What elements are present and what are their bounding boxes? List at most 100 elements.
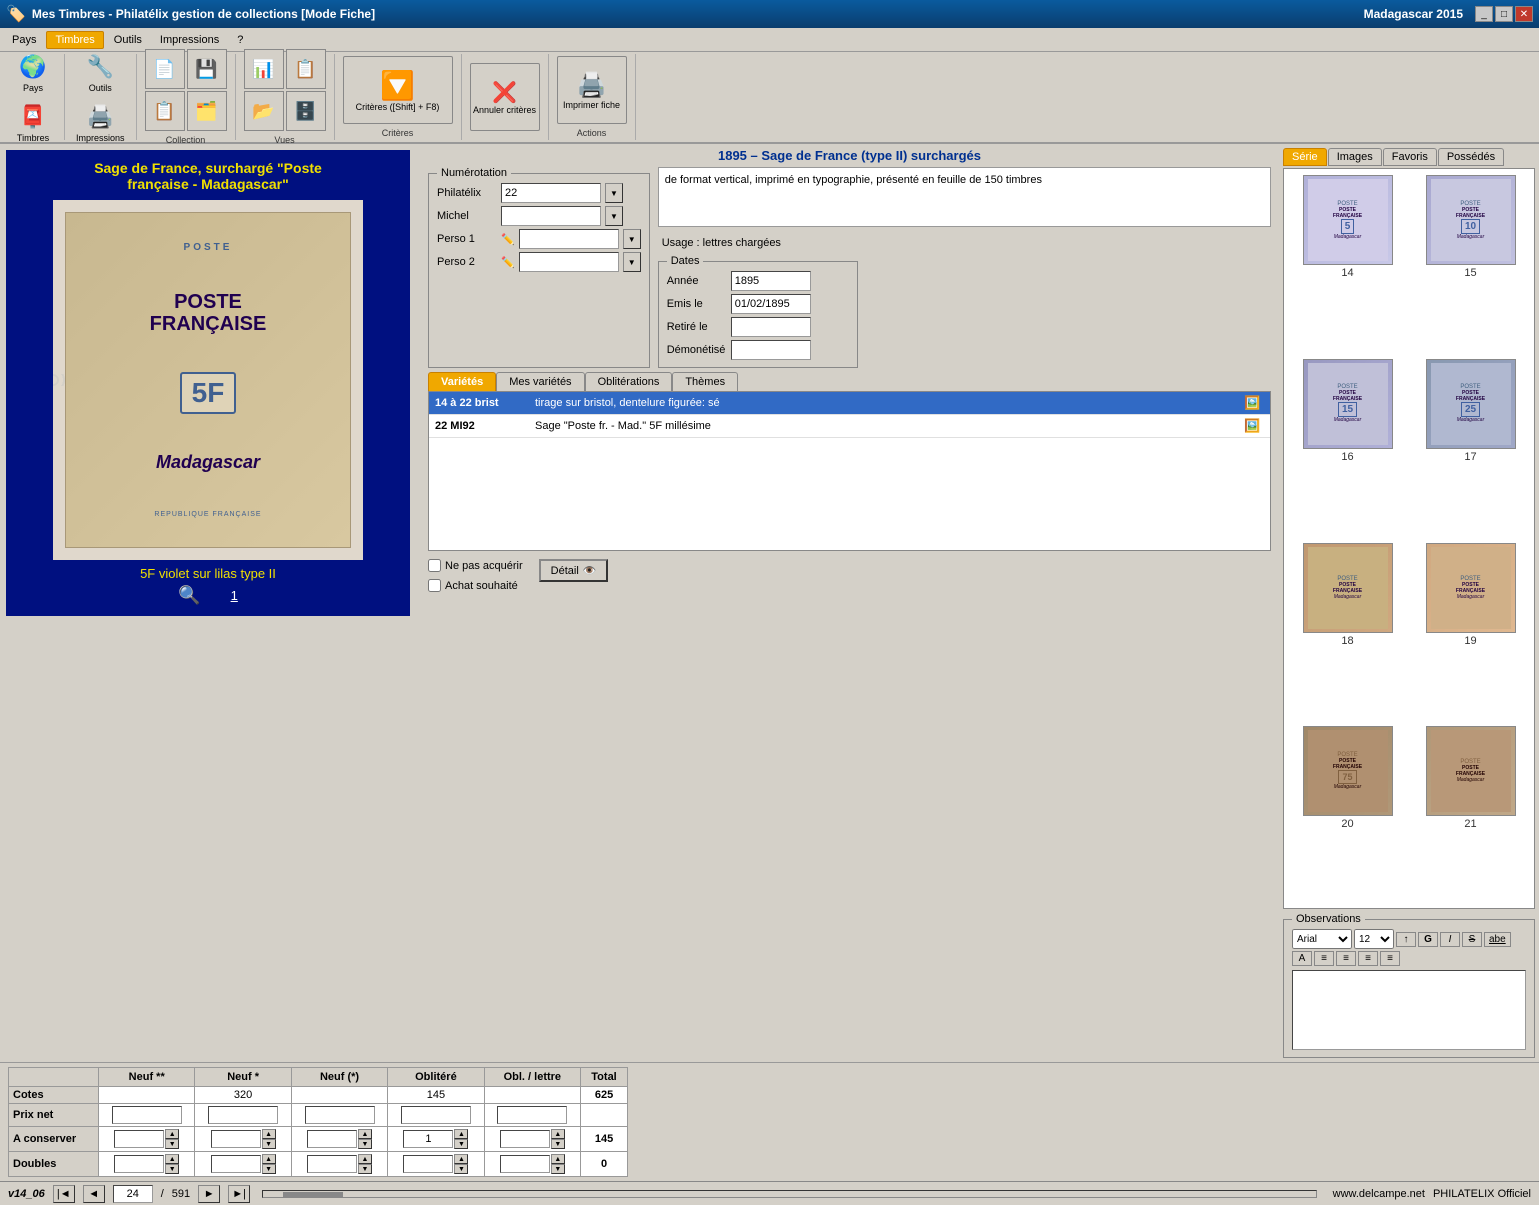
vues-btn-4[interactable]: 🗄️ [286,91,326,131]
input-philatelix[interactable] [501,183,601,203]
nav-last-button[interactable]: ►| [228,1185,250,1203]
obs-underline-btn[interactable]: abe [1484,932,1511,947]
cons-neuf1[interactable]: ▲ ▼ [195,1127,291,1152]
vues-btn-1[interactable]: 📊 [244,49,284,89]
spin-up-dbl-neuf0[interactable]: ▲ [358,1154,372,1164]
input-emisle[interactable] [731,294,811,314]
dropdown-perso1[interactable]: ▼ [623,229,641,249]
spin-input-cons-neuf2[interactable] [114,1130,164,1148]
horizontal-scrollbar[interactable] [262,1190,1317,1198]
spin-input-cons-obl-lettre[interactable] [500,1130,550,1148]
spin-input-dbl-neuf2[interactable] [114,1155,164,1173]
spin-input-cons-neuf1[interactable] [211,1130,261,1148]
prix-input-neuf1[interactable] [208,1106,278,1124]
obs-align-right-btn[interactable]: ≡ [1358,951,1378,966]
obs-textarea[interactable] [1292,970,1526,1050]
pencil-perso1[interactable]: ✏️ [501,233,515,246]
tab-mes-varietes[interactable]: Mes variétés [496,372,584,391]
thumb-item-19[interactable]: POSTE POSTEFRANÇAISE Madagascar 19 [1411,541,1530,721]
dbl-oblitere[interactable]: ▲ ▼ [388,1152,484,1177]
thumb-item-17[interactable]: POSTE POSTEFRANÇAISE 25 Madagascar 17 [1411,357,1530,537]
menu-help[interactable]: ? [229,32,251,48]
prix-input-obl-lettre[interactable] [497,1106,567,1124]
stamp-number[interactable]: 1 [231,588,238,603]
checkbox-ne-pas-acquerir[interactable] [428,559,441,572]
collection-btn-4[interactable]: 🗂️ [187,91,227,131]
spin-down-cons-neuf0[interactable]: ▼ [358,1139,372,1149]
zoom-icon[interactable]: 🔍 [178,585,200,606]
spin-down-dbl-oblitere[interactable]: ▼ [454,1164,468,1174]
spin-up-dbl-neuf2[interactable]: ▲ [165,1154,179,1164]
obs-color-btn[interactable]: A [1292,951,1312,966]
toolbar-btn-outils[interactable]: 🔧 Outils [77,48,123,96]
prix-obl-lettre[interactable] [484,1104,580,1127]
nav-prev-button[interactable]: ◄ [83,1185,105,1203]
prix-oblitere[interactable] [388,1104,484,1127]
toolbar-btn-criteres[interactable]: 🔽 Critères ([Shift] + F8) [343,56,453,124]
spin-up-dbl-neuf1[interactable]: ▲ [262,1154,276,1164]
minimize-button[interactable]: _ [1475,6,1493,22]
obs-bold-btn[interactable]: G [1418,932,1438,947]
spin-down-dbl-neuf0[interactable]: ▼ [358,1164,372,1174]
input-annee[interactable] [731,271,811,291]
thumb-item-16[interactable]: POSTE POSTEFRANÇAISE 15 Madagascar 16 [1288,357,1407,537]
cons-neuf2[interactable]: ▲ ▼ [99,1127,195,1152]
dbl-neuf2[interactable]: ▲ ▼ [99,1152,195,1177]
input-retirele[interactable] [731,317,811,337]
checkbox-achat-souhaite[interactable] [428,579,441,592]
right-tab-favoris[interactable]: Favoris [1383,148,1437,166]
obs-italic-btn[interactable]: I [1440,932,1460,947]
toolbar-btn-timbres[interactable]: 📮 Timbres [10,98,56,146]
input-michel[interactable] [501,206,601,226]
dbl-obl-lettre[interactable]: ▲ ▼ [484,1152,580,1177]
page-input[interactable] [113,1185,153,1203]
menu-outils[interactable]: Outils [106,32,150,48]
spin-down-cons-oblitere[interactable]: ▼ [454,1139,468,1149]
toolbar-btn-pays[interactable]: 🌍 Pays [10,48,56,96]
thumb-item-20[interactable]: POSTE POSTEFRANÇAISE 75 Madagascar 20 [1288,724,1407,904]
tab-varietes[interactable]: Variétés [428,372,496,391]
obs-align-left-btn[interactable]: ≡ [1314,951,1334,966]
spin-input-cons-oblitere[interactable] [403,1130,453,1148]
prix-neuf2[interactable] [99,1104,195,1127]
cons-obl-lettre[interactable]: ▲ ▼ [484,1127,580,1152]
spin-down-dbl-neuf1[interactable]: ▼ [262,1164,276,1174]
collection-btn-1[interactable]: 📄 [145,49,185,89]
obs-up-btn[interactable]: ↑ [1396,932,1416,947]
dropdown-perso2[interactable]: ▼ [623,252,641,272]
pencil-perso2[interactable]: ✏️ [501,256,515,269]
spin-input-dbl-neuf0[interactable] [307,1155,357,1173]
detail-button[interactable]: Détail 👁️ [539,559,609,582]
input-perso2[interactable] [519,252,619,272]
obs-align-center-btn[interactable]: ≡ [1336,951,1356,966]
menu-impressions[interactable]: Impressions [152,32,227,48]
dropdown-michel[interactable]: ▼ [605,206,623,226]
toolbar-btn-annuler[interactable]: ❌ Annuler critères [470,63,540,131]
right-tab-possedes[interactable]: Possédés [1438,148,1504,166]
prix-neuf1[interactable] [195,1104,291,1127]
obs-size-select[interactable]: 12 [1354,929,1394,949]
right-tab-serie[interactable]: Série [1283,148,1327,166]
vues-btn-3[interactable]: 📂 [244,91,284,131]
dbl-neuf1[interactable]: ▲ ▼ [195,1152,291,1177]
dbl-neuf0[interactable]: ▲ ▼ [291,1152,387,1177]
spin-down-dbl-neuf2[interactable]: ▼ [165,1164,179,1174]
input-demonetise[interactable] [731,340,811,360]
thumb-item-21[interactable]: POSTE POSTEFRANÇAISE Madagascar 21 [1411,724,1530,904]
obs-font-select[interactable]: Arial [1292,929,1352,949]
obs-strikethrough-btn[interactable]: S [1462,932,1482,947]
tab-row-0[interactable]: 14 à 22 brist tirage sur bristol, dentel… [429,392,1270,415]
spin-input-dbl-neuf1[interactable] [211,1155,261,1173]
spin-up-dbl-oblitere[interactable]: ▲ [454,1154,468,1164]
spin-down-dbl-obl-lettre[interactable]: ▼ [551,1164,565,1174]
dropdown-philatelix[interactable]: ▼ [605,183,623,203]
menu-timbres[interactable]: Timbres [46,31,103,49]
spin-up-dbl-obl-lettre[interactable]: ▲ [551,1154,565,1164]
right-tab-images[interactable]: Images [1328,148,1382,166]
window-controls[interactable]: _ □ ✕ [1475,6,1533,22]
input-perso1[interactable] [519,229,619,249]
spin-down-cons-obl-lettre[interactable]: ▼ [551,1139,565,1149]
obs-align-justify-btn[interactable]: ≡ [1380,951,1400,966]
spin-down-cons-neuf2[interactable]: ▼ [165,1139,179,1149]
close-button[interactable]: ✕ [1515,6,1533,22]
